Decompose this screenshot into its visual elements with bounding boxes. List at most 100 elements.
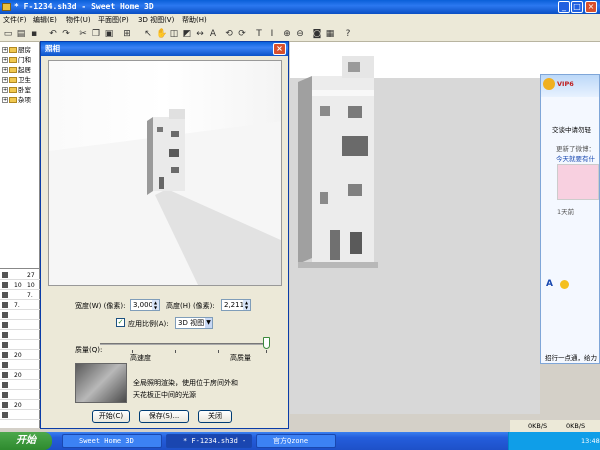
menu-3d-view[interactable]: 3D 视图(V) [138,15,174,25]
slider-tick [175,350,176,353]
expand-icon[interactable]: + [2,57,8,63]
select-arrow-icon[interactable]: ↖ [143,29,153,39]
table-row[interactable] [0,331,40,340]
tree-item-misc[interactable]: + 杂项 [2,94,31,104]
tree-item-living[interactable]: + 起居 [2,64,31,74]
zoom-out-icon[interactable]: ⊖ [295,29,305,39]
tree-item-bedroom[interactable]: + 卧室 [2,84,31,94]
tree-item-kitchen[interactable]: + 厨房 [2,44,31,54]
rotate-icon[interactable]: ⟲ [224,29,234,39]
new-file-icon[interactable]: ▭ [3,29,13,39]
table-row[interactable] [0,381,40,390]
expand-icon[interactable]: + [2,77,8,83]
close-dialog-button[interactable]: 关闭 [198,410,232,423]
table-row[interactable] [0,341,40,350]
table-row[interactable]: 10 10 [0,281,40,290]
task-current-file[interactable]: * F-1234.sh3d - ... [166,434,252,448]
tree-item-doors[interactable]: + 门和 [2,54,31,64]
table-row[interactable] [0,391,40,400]
apply-ratio-checkbox[interactable]: ✓ [116,318,125,327]
table-row[interactable] [0,361,40,370]
weibo-image[interactable] [557,164,599,200]
tree-item-bathroom[interactable]: + 卫生 [2,74,31,84]
start-render-button[interactable]: 开始(C) [92,410,130,423]
quality-slider-thumb[interactable] [263,337,270,349]
close-button[interactable]: × [585,1,597,13]
expand-icon[interactable]: + [2,87,8,93]
menu-plan[interactable]: 平面图(P) [98,15,129,25]
building-door [330,230,340,260]
table-row[interactable]: 20 [0,371,40,380]
chevron-down-icon[interactable]: ▼ [205,318,212,328]
folder-icon [9,77,17,83]
furniture-table[interactable]: 27 10 10 7. 7. 20 20 20 [0,268,40,428]
save-icon[interactable]: ▪ [29,29,39,39]
window-title-bar[interactable]: * F-1234.sh3d - Sweet Home 3D [0,0,600,14]
dialog-title: 照相 [45,44,60,53]
task-qzone[interactable]: 官方Qzone [256,434,336,448]
create-dimensions-icon[interactable]: ↔ [195,29,205,39]
pan-hand-icon[interactable]: ✋ [156,29,167,39]
save-button[interactable]: 保存(S)... [139,410,189,423]
paste-icon[interactable]: ▣ [104,29,114,39]
minimize-button[interactable]: _ [558,1,570,13]
dialog-title-bar[interactable]: 照相 [41,42,288,56]
menu-help[interactable]: 帮助(H) [182,15,207,25]
menu-edit[interactable]: 编辑(E) [33,15,57,25]
redo-icon[interactable]: ↷ [61,29,71,39]
rotate-right-icon[interactable]: ⟳ [237,29,247,39]
zoom-in-icon[interactable]: ⊕ [282,29,292,39]
best-label: 高质量 [230,354,251,362]
menu-furniture[interactable]: 物件(U) [66,15,91,25]
create-rooms-icon[interactable]: ◩ [182,29,192,39]
building-3d-view[interactable] [290,42,540,414]
add-furniture-icon[interactable]: ⊞ [122,29,132,39]
spinner-arrows-icon[interactable]: ▲ ▼ [152,300,159,310]
quality-preview-image [75,363,127,403]
help-icon[interactable]: ? [343,29,353,39]
start-button[interactable]: 开始 [0,432,52,450]
table-row[interactable] [0,311,40,320]
table-row[interactable] [0,411,40,420]
undo-icon[interactable]: ↶ [48,29,58,39]
spinner-arrows-icon[interactable]: ▲ ▼ [243,300,250,310]
emoji-icon[interactable] [560,280,569,289]
table-row[interactable]: 20 [0,351,40,360]
open-folder-icon[interactable]: ▤ [16,29,26,39]
chat-panel[interactable] [540,74,600,364]
table-row[interactable]: 7. [0,291,40,300]
furniture-icon [2,382,8,388]
add-text-icon[interactable]: A [208,29,218,39]
qq-penguin-icon [543,78,555,90]
weibo-update: 更新了微博： [556,145,595,153]
table-row[interactable]: 20 [0,401,40,410]
table-row[interactable]: 7. [0,301,40,310]
ratio-select[interactable]: 3D 视图 ▼ [175,317,213,329]
create-photo-icon[interactable]: ◙ [312,29,322,39]
font-icon[interactable]: A [546,279,553,289]
height-spinner[interactable]: 2,211 ▲ ▼ [221,299,251,311]
chat-ad-text[interactable]: 招行一点通，给力 [545,352,597,362]
furniture-icon [2,402,8,408]
weibo-link[interactable]: 今天就要有什 [556,153,595,163]
expand-icon[interactable]: + [2,47,8,53]
task-sweet-home[interactable]: Sweet Home 3D [62,434,162,448]
maximize-button[interactable]: □ [571,1,583,13]
text-style-icon[interactable]: T [254,29,264,39]
create-walls-icon[interactable]: ◫ [169,29,179,39]
quality-desc-line1: 全局照明渲染，使用位于房间外和 [133,379,238,387]
expand-icon[interactable]: + [2,67,8,73]
table-row[interactable] [0,321,40,330]
furniture-icon [2,392,8,398]
dialog-close-icon[interactable]: × [273,43,286,55]
cut-icon[interactable]: ✂ [78,29,88,39]
width-spinner[interactable]: 3,000 ▲ ▼ [130,299,160,311]
quality-slider-track[interactable] [100,343,270,345]
text-italic-icon[interactable]: I [267,29,277,39]
create-video-icon[interactable]: ▦ [325,29,335,39]
expand-icon[interactable]: + [2,97,8,103]
furniture-catalog-tree[interactable]: + 厨房 + 门和 + 起居 + 卫生 + 卧室 + 杂项 [0,42,40,268]
copy-icon[interactable]: ❐ [91,29,101,39]
table-row[interactable]: 27 [0,271,40,280]
menu-file[interactable]: 文件(F) [3,15,27,25]
